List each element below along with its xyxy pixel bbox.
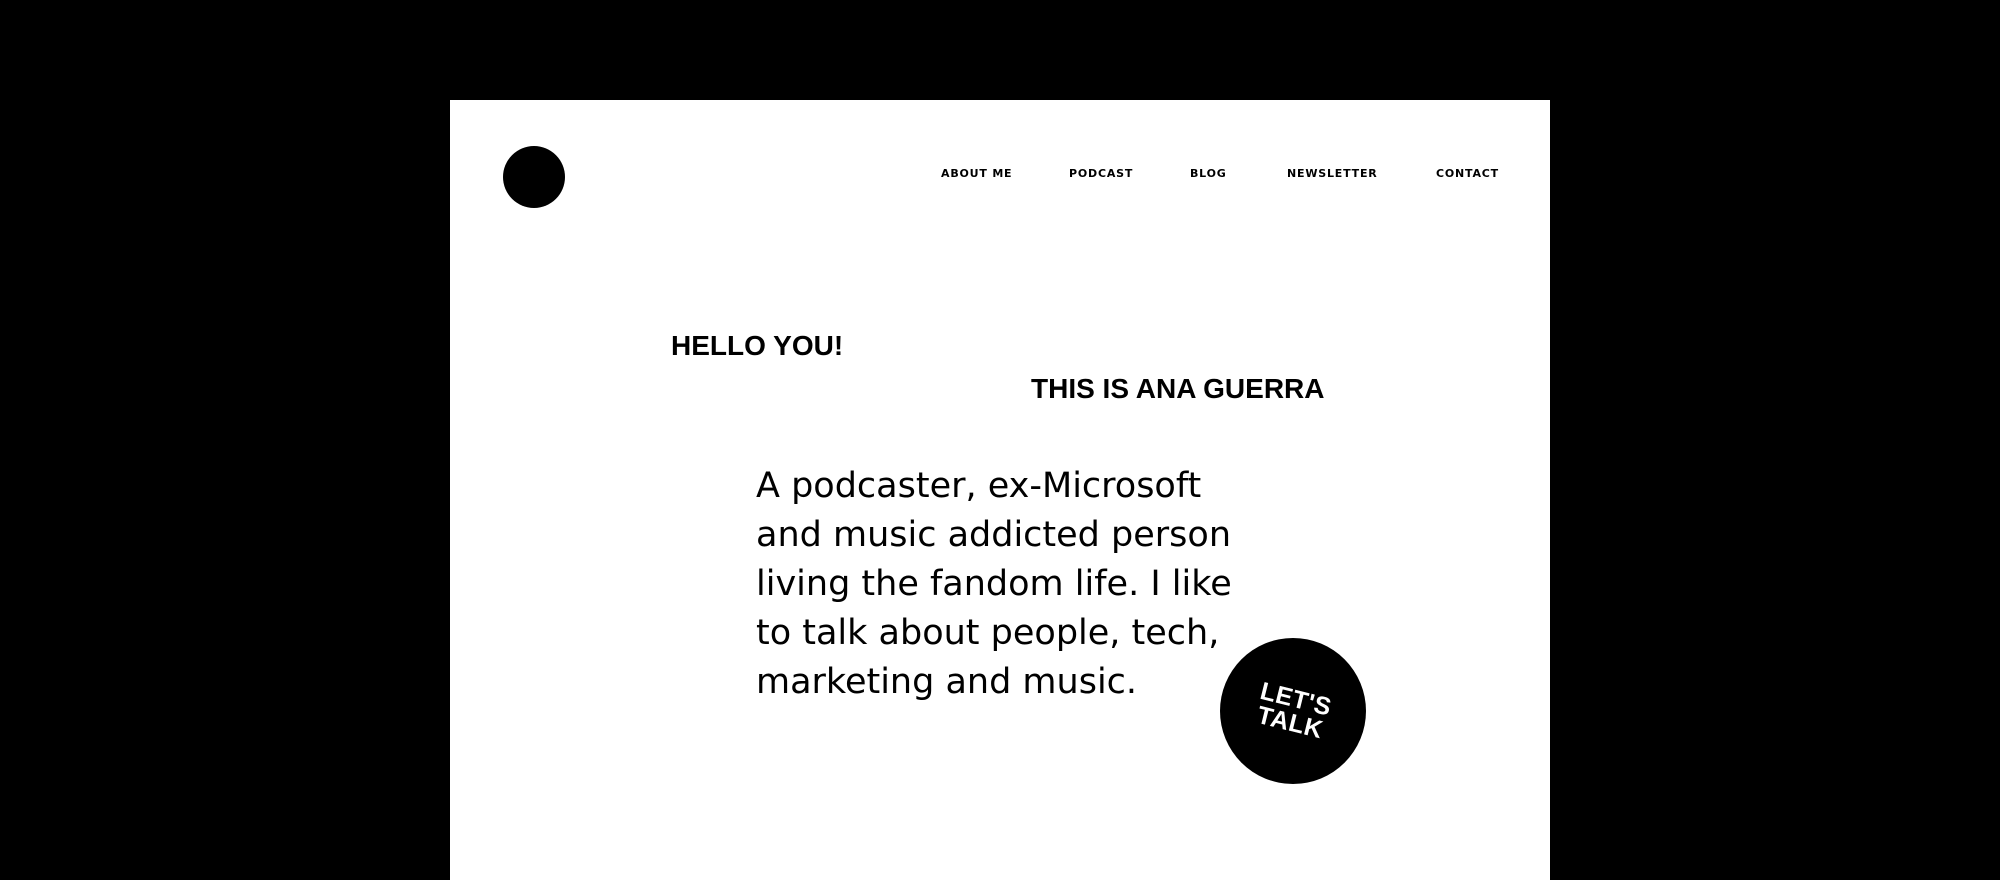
nav-item-about-me[interactable]: ABOUT ME [941,167,1012,180]
bio-line: marketing and music. [756,662,1138,702]
bio-text: A podcaster, ex-Microsoft and music addi… [756,462,1236,707]
lets-talk-button[interactable]: LET'S TALK [1220,638,1366,784]
bio-line: to talk about people, tech, [756,613,1220,653]
nav-item-newsletter[interactable]: NEWSLETTER [1287,167,1378,180]
bio-line: A podcaster, ex-Microsoft [756,466,1202,506]
nav-item-contact[interactable]: CONTACT [1436,167,1499,180]
name-heading: THIS IS ANA GUERRA [1031,373,1325,404]
greeting-heading: HELLO YOU! [671,330,844,361]
nav-item-podcast[interactable]: PODCAST [1069,167,1133,180]
main-nav: ABOUT ME PODCAST BLOG NEWSLETTER CONTACT [450,167,1550,187]
bio-line: and music addicted person [756,515,1231,555]
nav-item-blog[interactable]: BLOG [1190,167,1227,180]
page-frame: ABOUT ME PODCAST BLOG NEWSLETTER CONTACT… [450,100,1550,880]
bio-line: living the fandom life. I like [756,564,1232,604]
